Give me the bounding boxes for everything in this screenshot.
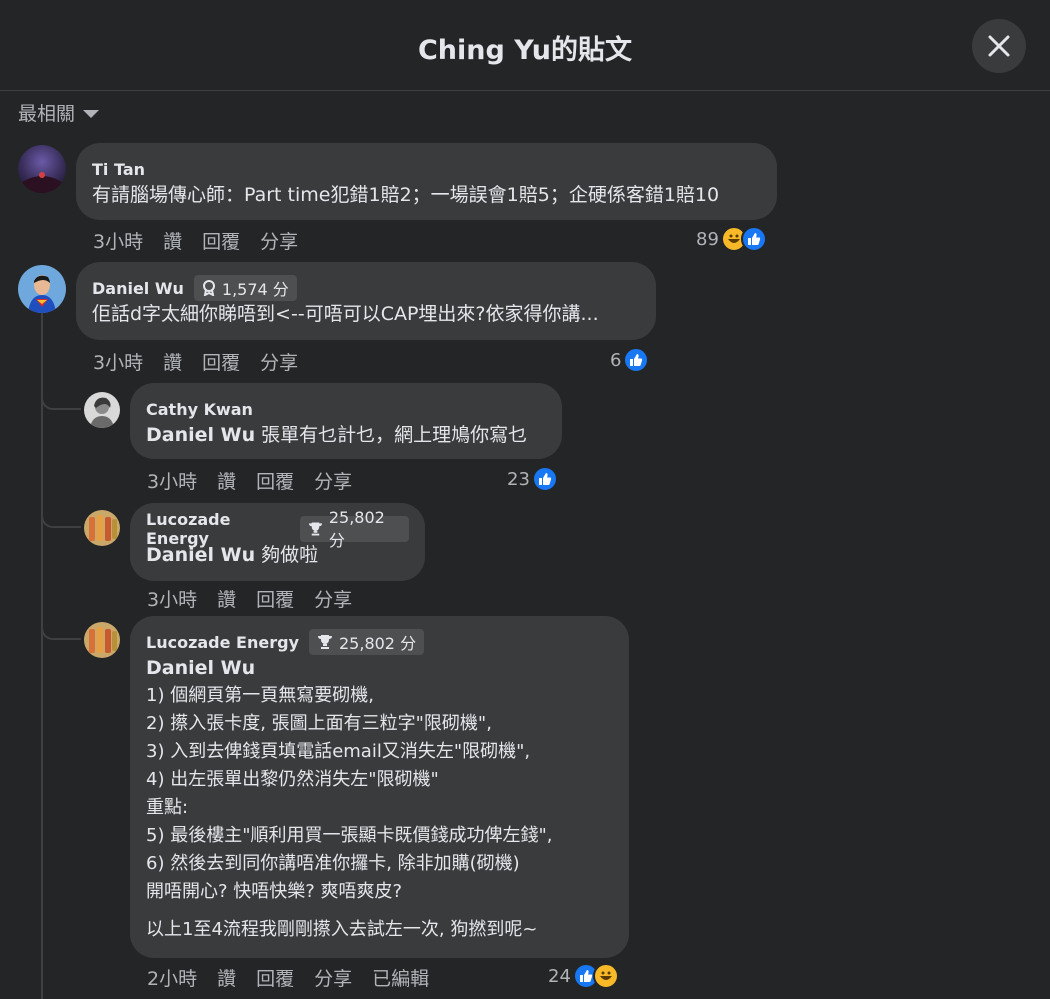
mention-link[interactable]: Daniel Wu bbox=[146, 654, 613, 682]
points-label: 25,802 分 bbox=[328, 507, 385, 550]
thread-line bbox=[41, 313, 43, 999]
comment-actions: 3小時 讚 回覆 分享 bbox=[93, 226, 298, 254]
reaction-count: 23 bbox=[507, 468, 530, 490]
reply-connector bbox=[41, 618, 81, 640]
comment-line: 4) 出左張單出黎仍然消失左"限砌機" bbox=[146, 769, 439, 790]
reaction-summary[interactable]: 89 bbox=[696, 225, 767, 253]
comment-author[interactable]: Cathy Kwan bbox=[146, 400, 253, 419]
comment-line: 2) 攃入張卡度, 張圖上面有三粒字"限砌機", bbox=[146, 713, 492, 734]
comment-time[interactable]: 3小時 bbox=[93, 348, 143, 375]
haha-icon bbox=[592, 963, 619, 989]
comment-time[interactable]: 2小時 bbox=[147, 964, 197, 991]
points-badge[interactable]: 25,802 分 bbox=[309, 629, 425, 655]
mention-link[interactable]: Daniel Wu bbox=[146, 544, 255, 566]
like-icon bbox=[531, 466, 558, 492]
reply-button[interactable]: 回覆 bbox=[256, 467, 294, 494]
reply-connector bbox=[41, 388, 81, 410]
reaction-count: 6 bbox=[610, 349, 622, 371]
comment-time[interactable]: 3小時 bbox=[147, 585, 197, 612]
comment-actions: 3小時 讚 回覆 分享 bbox=[93, 347, 298, 375]
avatar[interactable] bbox=[84, 622, 120, 658]
like-button[interactable]: 讚 bbox=[217, 467, 236, 494]
award-icon bbox=[202, 280, 215, 296]
reply-bubble: Lucozade Energy 25,802 分 Daniel Wu 夠做啦 bbox=[130, 503, 425, 581]
like-icon bbox=[740, 226, 767, 252]
reply-bubble: Lucozade Energy 25,802 分 Daniel Wu 1) 個網… bbox=[130, 616, 629, 958]
edited-label: 已編輯 bbox=[372, 967, 430, 990]
reaction-count: 89 bbox=[696, 228, 719, 250]
comment-bubble: Daniel Wu 1,574 分 佢話d字太細你睇唔到<--可唔可以CAP埋出… bbox=[76, 262, 656, 340]
reply-button[interactable]: 回覆 bbox=[202, 348, 240, 375]
comment-line: 重點: bbox=[146, 797, 189, 818]
trophy-icon bbox=[308, 522, 322, 536]
sort-dropdown[interactable]: 最相關 bbox=[18, 99, 100, 126]
comment-author[interactable]: Ti Tan bbox=[92, 160, 145, 179]
share-button[interactable]: 分享 bbox=[260, 348, 298, 375]
like-button[interactable]: 讚 bbox=[163, 348, 182, 375]
comment-body: 張單有乜計乜，網上理鳩你寫乜 bbox=[255, 424, 528, 446]
close-button[interactable] bbox=[972, 19, 1026, 73]
comment-line: 開唔開心? 快唔快樂? 爽唔爽皮? bbox=[146, 881, 403, 902]
comment-time[interactable]: 3小時 bbox=[147, 467, 197, 494]
points-badge[interactable]: 25,802 分 bbox=[299, 508, 409, 550]
comment-text: 有請腦場傳心師：Part time犯錯1賠2；一場誤會1賠5；企硬係客錯1賠10 bbox=[92, 184, 720, 206]
mention-link[interactable]: Daniel Wu bbox=[146, 424, 255, 446]
close-icon bbox=[988, 35, 1010, 57]
like-button[interactable]: 讚 bbox=[163, 227, 182, 254]
comment-body: 夠做啦 bbox=[255, 544, 319, 566]
share-button[interactable]: 分享 bbox=[314, 467, 352, 494]
comment-line: 以上1至4流程我剛剛攃入去試左一次, 狗撚到呢~ bbox=[146, 919, 538, 940]
points-badge[interactable]: 1,574 分 bbox=[193, 275, 297, 301]
sort-label: 最相關 bbox=[18, 103, 76, 125]
reaction-summary[interactable]: 24 bbox=[548, 962, 619, 990]
dialog-title: Ching Yu的貼文 bbox=[417, 35, 633, 66]
like-button[interactable]: 讚 bbox=[217, 964, 236, 991]
reply-bubble: Cathy Kwan Daniel Wu 張單有乜計乜，網上理鳩你寫乜 bbox=[130, 383, 562, 459]
comment-author[interactable]: Lucozade Energy bbox=[146, 633, 299, 652]
share-button[interactable]: 分享 bbox=[314, 964, 352, 991]
share-button[interactable]: 分享 bbox=[260, 227, 298, 254]
share-button[interactable]: 分享 bbox=[314, 585, 352, 612]
reaction-count: 24 bbox=[548, 965, 571, 987]
reaction-summary[interactable]: 23 bbox=[507, 465, 558, 493]
comment-line: 6) 然後去到同你講唔准你攞卡, 除非加購(砌機) bbox=[146, 853, 520, 874]
like-icon bbox=[623, 347, 650, 373]
avatar[interactable] bbox=[18, 265, 66, 313]
comment-line: 5) 最後樓主"順利用買一張顯卡既價錢成功俾左錢", bbox=[146, 825, 553, 846]
points-label: 1,574 分 bbox=[221, 280, 289, 299]
comment-actions: 3小時 讚 回覆 分享 bbox=[147, 584, 352, 612]
reaction-summary[interactable]: 6 bbox=[610, 346, 650, 374]
reply-button[interactable]: 回覆 bbox=[202, 227, 240, 254]
avatar[interactable] bbox=[18, 145, 66, 193]
avatar[interactable] bbox=[84, 392, 120, 428]
comment-text: Daniel Wu 張單有乜計乜，網上理鳩你寫乜 bbox=[146, 421, 546, 449]
reply-button[interactable]: 回覆 bbox=[256, 964, 294, 991]
comment-actions: 2小時 讚 回覆 分享 已編輯 bbox=[147, 963, 429, 991]
like-button[interactable]: 讚 bbox=[217, 585, 236, 612]
comment-line: 3) 入到去俾錢頁填電話email又消失左"限砌機", bbox=[146, 741, 531, 762]
comment-bubble: Ti Tan 有請腦場傳心師：Part time犯錯1賠2；一場誤會1賠5；企硬… bbox=[76, 143, 777, 220]
dialog-header: Ching Yu的貼文 bbox=[0, 0, 1050, 91]
reply-connector bbox=[41, 506, 81, 528]
comment-author[interactable]: Daniel Wu bbox=[92, 279, 184, 298]
comment-actions: 3小時 讚 回覆 分享 bbox=[147, 466, 352, 494]
avatar[interactable] bbox=[84, 510, 120, 546]
reply-button[interactable]: 回覆 bbox=[256, 585, 294, 612]
comment-text: 佢話d字太細你睇唔到<--可唔可以CAP埋出來?依家得你講... bbox=[92, 303, 599, 325]
points-label: 25,802 分 bbox=[339, 634, 417, 653]
trophy-icon bbox=[318, 635, 332, 649]
comment-time[interactable]: 3小時 bbox=[93, 227, 143, 254]
chevron-down-icon bbox=[83, 109, 100, 118]
comment-line: 1) 個網頁第一頁無寫要砌機, bbox=[146, 685, 374, 706]
